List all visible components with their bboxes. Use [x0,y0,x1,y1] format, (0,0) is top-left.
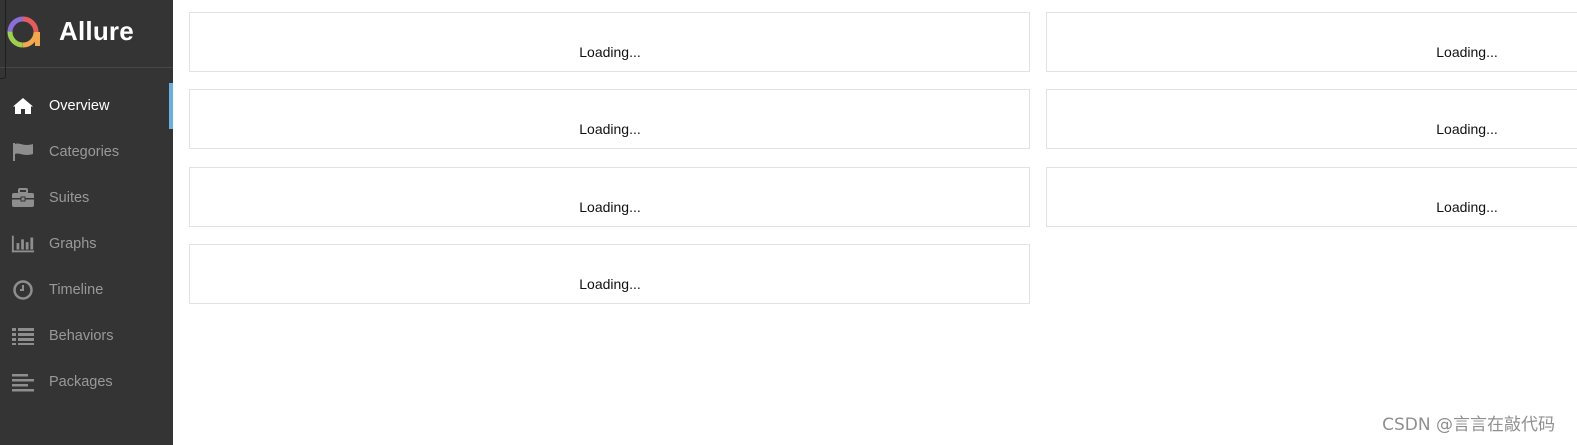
app-title: Allure [59,16,134,46]
widget: Loading... [189,167,1030,227]
sidebar-item-label: Graphs [49,236,97,252]
allure-logo-icon [7,16,40,48]
sidebar-item-label: Packages [49,374,113,390]
sidebar-item-label: Overview [49,98,110,114]
home-icon [11,95,35,117]
list-icon [11,325,35,347]
brand-header[interactable]: Allure [0,0,173,79]
loading-text: Loading... [1436,199,1498,215]
sidebar-nav: Overview Categories Suites Graphs Timeli… [0,83,173,405]
widget: Loading... [1046,167,1577,227]
loading-text: Loading... [579,199,641,215]
sidebar: Allure Overview Categories Suites Graphs… [0,0,173,445]
sidebar-item-behaviors[interactable]: Behaviors [0,313,173,359]
flag-icon [11,141,35,163]
loading-text: Loading... [579,44,641,60]
widget: Loading... [189,12,1030,72]
sidebar-item-timeline[interactable]: Timeline [0,267,173,313]
bar-chart-icon [11,233,35,255]
loading-text: Loading... [579,121,641,137]
loading-text: Loading... [1436,121,1498,137]
sidebar-item-label: Behaviors [49,328,114,344]
widget: Loading... [1046,12,1577,72]
widget: Loading... [189,244,1030,304]
sidebar-item-categories[interactable]: Categories [0,129,173,175]
sidebar-item-graphs[interactable]: Graphs [0,221,173,267]
loading-text: Loading... [1436,44,1498,60]
widget: Loading... [189,89,1030,149]
sidebar-item-overview[interactable]: Overview [0,83,173,129]
sidebar-item-label: Suites [49,190,90,206]
sidebar-item-suites[interactable]: Suites [0,175,173,221]
clock-icon [11,279,35,301]
briefcase-icon [11,187,35,209]
sidebar-item-packages[interactable]: Packages [0,359,173,405]
sidebar-item-label: Timeline [49,282,104,298]
align-left-icon [11,371,35,393]
watermark: CSDN @言言在敲代码 [1382,415,1555,435]
widget: Loading... [1046,89,1577,149]
loading-text: Loading... [579,276,641,292]
sidebar-item-label: Categories [49,144,120,160]
